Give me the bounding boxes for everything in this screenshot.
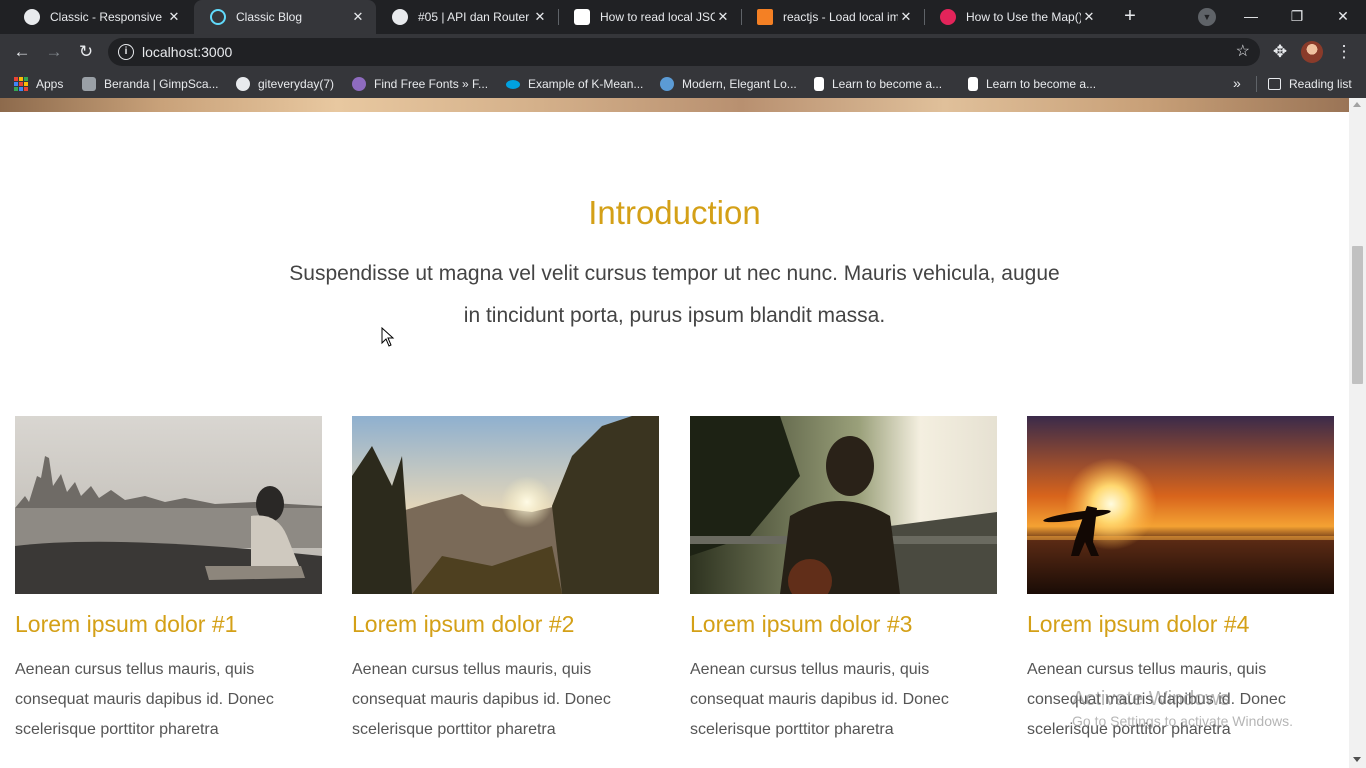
bookmark-label: Apps	[36, 77, 64, 91]
bookmark-label: Learn to become a...	[986, 77, 1097, 91]
scroll-down-arrow-icon[interactable]	[1353, 757, 1361, 762]
post-title[interactable]: Lorem ipsum dolor #2	[352, 611, 659, 638]
extensions-icon[interactable]: ✥	[1268, 40, 1292, 64]
mouse-cursor-icon	[381, 327, 395, 347]
post-card: Lorem ipsum dolor #3 Aenean cursus tellu…	[690, 416, 997, 745]
tab-search-icon[interactable]: ▼	[1198, 8, 1216, 26]
bookmark-label: Modern, Elegant Lo...	[682, 77, 797, 91]
bookmark-label: giteveryday(7)	[258, 77, 335, 91]
bookmark-giteveryday[interactable]: giteveryday(7)	[236, 75, 334, 93]
post-excerpt: Aenean cursus tellus mauris, quis conseq…	[690, 661, 949, 738]
browser-toolbar: ← → ↻ i localhost:3000 ☆ ✥ ⋮	[0, 34, 1366, 70]
bookmark-modern-elegant[interactable]: Modern, Elegant Lo...	[660, 75, 797, 93]
tab-title: How to Use the Map() Function	[966, 10, 1081, 24]
post-title[interactable]: Lorem ipsum dolor #3	[690, 611, 997, 638]
profile-avatar[interactable]	[1301, 41, 1323, 63]
post-image-city-lakefront[interactable]	[15, 416, 322, 594]
react-icon	[210, 9, 226, 25]
tab-title: reactjs - Load local images	[783, 10, 898, 24]
tab-map-function[interactable]: How to Use the Map() Function ✕	[924, 0, 1107, 34]
post-image-man-backlit[interactable]	[690, 416, 997, 594]
tab-classic-blog[interactable]: Classic Blog ✕	[194, 0, 376, 34]
close-tab-icon[interactable]: ✕	[1081, 9, 1097, 25]
roadmap-icon	[968, 77, 978, 91]
intro-title: Introduction	[588, 194, 761, 231]
bookmark-gimpscape[interactable]: Beranda | GimpSca...	[82, 75, 219, 93]
tab-classic-responsive-blog[interactable]: Classic - Responsive Blog ✕	[8, 0, 192, 34]
windows-activation-watermark: Activate Windows Go to Settings to activ…	[1072, 688, 1293, 729]
new-tab-button[interactable]: +	[1118, 5, 1142, 29]
bookmark-apps[interactable]: Apps	[14, 75, 63, 93]
close-window-button[interactable]: ✕	[1320, 0, 1366, 32]
bookmark-label: Learn to become a...	[832, 77, 943, 91]
url-text[interactable]: localhost:3000	[142, 44, 232, 60]
tab-title: #05 | API dan Router di React	[418, 10, 532, 24]
logo-icon	[660, 77, 674, 91]
reload-button[interactable]: ↻	[74, 40, 98, 64]
close-tab-icon[interactable]: ✕	[898, 9, 914, 25]
close-tab-icon[interactable]: ✕	[350, 9, 366, 25]
close-tab-icon[interactable]: ✕	[532, 9, 548, 25]
hero-image-bottom	[0, 98, 1349, 112]
bookmark-roadmap-1[interactable]: Learn to become a...	[814, 75, 942, 93]
reading-list-button[interactable]: Reading list	[1268, 75, 1352, 93]
vertical-scrollbar[interactable]	[1349, 98, 1366, 768]
reading-list-label: Reading list	[1289, 77, 1352, 91]
tab-title: How to read local JSON file	[600, 10, 715, 24]
bookmark-star-icon[interactable]: ☆	[1236, 41, 1250, 61]
watermark-subtitle: Go to Settings to activate Windows.	[1072, 713, 1293, 729]
watermark-title: Activate Windows	[1072, 688, 1230, 710]
bookmark-label: Find Free Fonts » F...	[374, 77, 489, 91]
post-title[interactable]: Lorem ipsum dolor #1	[15, 611, 322, 638]
bookmark-roadmap-2[interactable]: Learn to become a...	[968, 75, 1096, 93]
medium-icon	[574, 9, 590, 25]
close-tab-icon[interactable]: ✕	[166, 9, 182, 25]
site-info-icon[interactable]: i	[118, 44, 134, 60]
page-viewport: Introduction Suspendisse ut magna vel ve…	[0, 98, 1349, 768]
bookmark-label: Beranda | GimpSca...	[104, 77, 219, 91]
tab-title: Classic Blog	[236, 10, 303, 24]
post-card: Lorem ipsum dolor #2 Aenean cursus tellu…	[352, 416, 659, 745]
globe-icon	[24, 9, 40, 25]
post-image-surfer-sunset[interactable]	[1027, 416, 1334, 594]
post-image-forest-sunset[interactable]	[352, 416, 659, 594]
scroll-up-arrow-icon[interactable]	[1353, 102, 1361, 107]
bookmark-free-fonts[interactable]: Find Free Fonts » F...	[352, 75, 488, 93]
minimize-button[interactable]: —	[1228, 0, 1274, 32]
intro-text: Suspendisse ut magna vel velit cursus te…	[289, 262, 1060, 327]
tab-title: Classic - Responsive Blog	[50, 10, 166, 24]
tab-strip: Classic - Responsive Blog ✕ Classic Blog…	[0, 0, 1366, 34]
gimpscape-icon	[82, 77, 96, 91]
roadmap-icon	[814, 77, 824, 91]
bookmarks-separator	[1256, 76, 1257, 92]
apps-grid-icon	[14, 77, 28, 91]
bookmark-k-means[interactable]: Example of K-Mean...	[506, 75, 643, 93]
post-title[interactable]: Lorem ipsum dolor #4	[1027, 611, 1334, 638]
restore-button[interactable]: ❐	[1274, 0, 1320, 32]
reading-list-icon	[1268, 78, 1281, 90]
globe-icon	[236, 77, 250, 91]
tab-read-local-json[interactable]: How to read local JSON file ✕	[558, 0, 741, 34]
stackoverflow-icon	[757, 9, 773, 25]
close-tab-icon[interactable]: ✕	[715, 9, 731, 25]
tab-reactjs-load-images[interactable]: reactjs - Load local images ✕	[741, 0, 924, 34]
post-excerpt: Aenean cursus tellus mauris, quis conseq…	[15, 661, 274, 738]
forward-button[interactable]: →	[42, 40, 66, 64]
youtube-icon	[940, 9, 956, 25]
post-card: Lorem ipsum dolor #1 Aenean cursus tellu…	[15, 416, 322, 745]
globe-icon	[392, 9, 408, 25]
tab-api-router[interactable]: #05 | API dan Router di React ✕	[376, 0, 558, 34]
salesforce-icon	[506, 79, 520, 89]
bookmarks-bar: Apps Beranda | GimpSca... giteveryday(7)…	[0, 70, 1366, 98]
scrollbar-thumb[interactable]	[1352, 246, 1363, 384]
address-bar[interactable]: i localhost:3000 ☆	[108, 38, 1260, 66]
menu-icon[interactable]: ⋮	[1332, 40, 1356, 64]
back-button[interactable]: ←	[10, 40, 34, 64]
fontspace-icon	[352, 77, 366, 91]
post-excerpt: Aenean cursus tellus mauris, quis conseq…	[352, 661, 611, 738]
bookmarks-overflow-button[interactable]: »	[1233, 75, 1241, 91]
bookmark-label: Example of K-Mean...	[528, 77, 644, 91]
